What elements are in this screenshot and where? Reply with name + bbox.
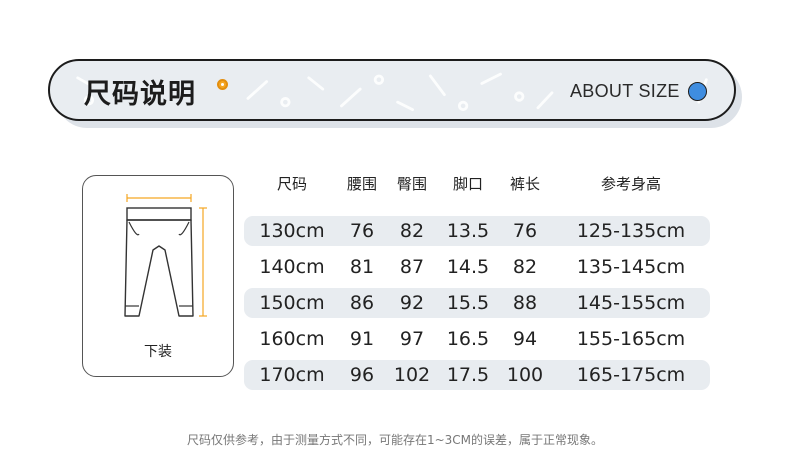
blue-dot-icon <box>688 82 707 101</box>
header-hem: 脚口 <box>452 175 484 193</box>
cell-length: 82 <box>512 256 538 278</box>
cell-hip: 92 <box>399 292 425 314</box>
cell-length: 88 <box>512 292 538 314</box>
cell-length: 76 <box>512 220 538 242</box>
cell-hip: 82 <box>399 220 425 242</box>
header-length: 裤长 <box>509 175 541 193</box>
cell-hip: 102 <box>393 364 431 386</box>
cell-waist: 76 <box>349 220 375 242</box>
cell-hem: 13.5 <box>446 220 490 242</box>
size-banner: 尺码说明 ABOUT SIZE <box>48 59 736 121</box>
cell-size: 140cm <box>259 256 325 278</box>
cell-waist: 81 <box>349 256 375 278</box>
cell-hem: 16.5 <box>446 328 490 350</box>
cell-height: 135-145cm <box>576 256 686 278</box>
cell-hem: 17.5 <box>446 364 490 386</box>
cell-length: 94 <box>512 328 538 350</box>
cell-hem: 14.5 <box>446 256 490 278</box>
cell-size: 160cm <box>259 328 325 350</box>
cell-height: 145-155cm <box>576 292 686 314</box>
garment-label: 下装 <box>144 344 172 360</box>
cell-hip: 87 <box>399 256 425 278</box>
cell-size: 130cm <box>259 220 325 242</box>
pants-icon <box>124 194 207 317</box>
footnote: 尺码仅供参考，由于测量方式不同，可能存在1~3CM的误差，属于正常现象。 <box>186 433 604 447</box>
cell-hem: 15.5 <box>446 292 490 314</box>
cell-waist: 96 <box>349 364 375 386</box>
cell-height: 125-135cm <box>576 220 686 242</box>
header-height: 参考身高 <box>600 175 662 193</box>
garment-card: 下装 <box>82 175 234 377</box>
cell-hip: 97 <box>399 328 425 350</box>
header-waist: 腰围 <box>346 175 378 193</box>
cell-size: 170cm <box>259 364 325 386</box>
header-size: 尺码 <box>276 175 308 193</box>
cell-height: 155-165cm <box>576 328 686 350</box>
cell-size: 150cm <box>259 292 325 314</box>
banner-subtitle: ABOUT SIZE <box>570 81 680 101</box>
cell-height: 165-175cm <box>576 364 686 386</box>
banner-title: 尺码说明 <box>84 79 196 110</box>
cell-waist: 86 <box>349 292 375 314</box>
cell-length: 100 <box>506 364 544 386</box>
orange-dot-icon <box>217 79 228 90</box>
cell-waist: 91 <box>349 328 375 350</box>
header-hip: 臀围 <box>396 175 428 193</box>
